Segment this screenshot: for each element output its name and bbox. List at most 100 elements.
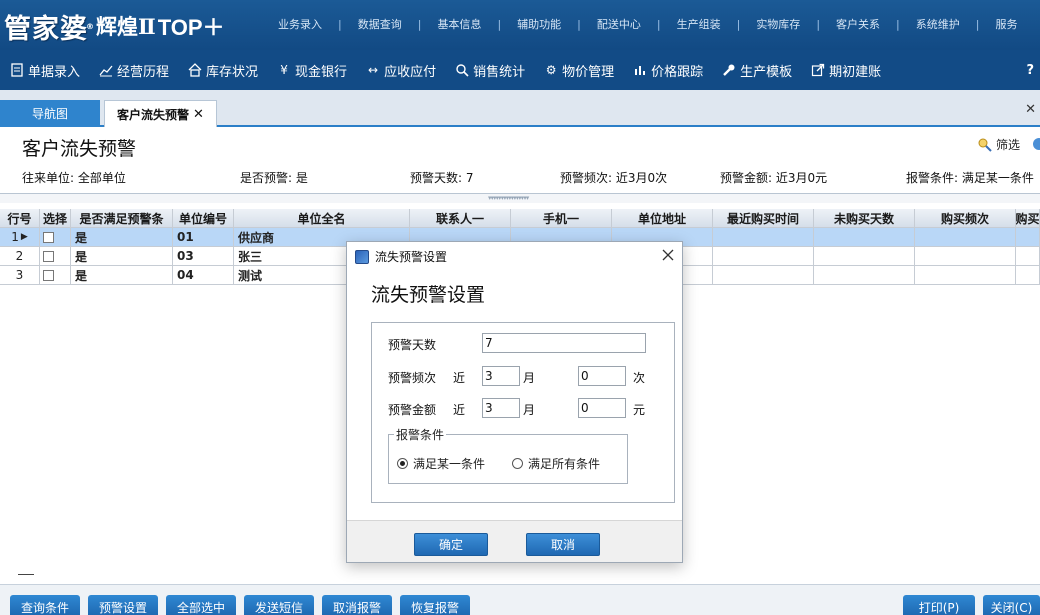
info-alert-frequency: 预警频次: 近3月0次: [560, 171, 668, 185]
close-button[interactable]: 关闭(C): [983, 595, 1040, 615]
radio-selected-icon: [397, 458, 408, 469]
toolbar-document-entry[interactable]: 单据录入: [0, 50, 89, 90]
top-menu-item-physical-stock[interactable]: 实物库存: [740, 16, 816, 32]
freq-near-label: 近: [453, 371, 466, 385]
settings-frame: 预警天数 预警频次 近 月 次 预警金额 近 月 元 报警条件 满足某一条件 满…: [371, 322, 675, 503]
col-header[interactable]: 购买: [1016, 209, 1040, 228]
freq-months-input[interactable]: [482, 366, 520, 386]
info-icon[interactable]: [1033, 138, 1040, 150]
toolbar-stock-status[interactable]: 库存状况: [178, 50, 267, 90]
cancel-button[interactable]: 取消: [526, 533, 600, 556]
toolbar-label: 生产模板: [740, 64, 793, 80]
amount-months-input[interactable]: [482, 398, 520, 418]
row-number: 2: [15, 249, 24, 263]
close-all-tabs-icon[interactable]: ✕: [1025, 102, 1036, 117]
yen-icon: ¥: [280, 63, 288, 77]
info-is-alert: 是否预警: 是: [240, 171, 308, 185]
cell-unit-code: 01: [173, 228, 234, 247]
top-menu-item-service[interactable]: 服务: [979, 16, 1033, 32]
toolbar-sales-statistics[interactable]: 销售统计: [445, 50, 534, 90]
help-button[interactable]: ?: [1026, 63, 1040, 78]
cell-meets-condition: 是: [71, 266, 173, 285]
filter-label: 筛选: [996, 138, 1021, 152]
col-header[interactable]: 选择: [40, 209, 71, 228]
toolbar-opening-accounts[interactable]: 期初建账: [801, 50, 890, 90]
amount-near-label: 近: [453, 403, 466, 417]
send-sms-button[interactable]: 发送短信: [244, 595, 314, 615]
row-checkbox[interactable]: [43, 231, 54, 243]
restore-alert-button[interactable]: 恢复报警: [400, 595, 470, 615]
col-header[interactable]: 未购买天数: [814, 209, 915, 228]
freq-count-input[interactable]: [578, 366, 626, 386]
col-header[interactable]: 手机一: [511, 209, 612, 228]
tab-customer-churn-alert[interactable]: 客户流失预警 ✕: [104, 100, 217, 127]
col-header[interactable]: 单位地址: [612, 209, 713, 228]
confirm-button[interactable]: 确定: [414, 533, 488, 556]
condition-all-radio[interactable]: 满足所有条件: [512, 455, 600, 472]
toolbar-label: 价格跟踪: [651, 64, 704, 80]
alert-days-input[interactable]: [482, 333, 646, 353]
select-all-button[interactable]: 全部选中: [166, 595, 236, 615]
row-checkbox[interactable]: [43, 250, 54, 262]
col-header[interactable]: 行号: [0, 209, 40, 228]
col-header[interactable]: 单位编号: [173, 209, 234, 228]
top-menu-item-data-query[interactable]: 数据查询: [342, 16, 418, 32]
alarm-condition-group-label: 报警条件: [394, 426, 447, 443]
top-menu-item-aux-functions[interactable]: 辅助功能: [501, 16, 577, 32]
freq-month-unit: 月: [523, 371, 536, 385]
top-menu-item-business-entry[interactable]: 业务录入: [262, 16, 338, 32]
app-banner: 管家婆 ® 辉煌Ⅱ TOP＋ 业务录入 | 数据查询 | 基本信息 | 辅助功能 | 配…: [0, 0, 1040, 50]
toolbar-label: 期初建账: [829, 64, 882, 80]
row-checkbox[interactable]: [43, 269, 54, 281]
radio-unselected-icon: [512, 458, 523, 469]
cell-meets-condition: 是: [71, 228, 173, 247]
top-menu-item-production-assembly[interactable]: 生产组装: [661, 16, 737, 32]
col-header[interactable]: 是否满足预警条: [71, 209, 173, 228]
col-header[interactable]: 最近购买时间: [713, 209, 814, 228]
col-header[interactable]: 购买频次: [915, 209, 1016, 228]
close-tab-icon[interactable]: ✕: [193, 107, 204, 122]
grid-header-row: 行号 选择 是否满足预警条 单位编号 单位全名 联系人一 手机一 单位地址 最近…: [0, 209, 1040, 228]
logo-brand: 管家婆: [4, 13, 88, 45]
filter-button[interactable]: 筛选: [977, 136, 1020, 153]
alert-days-label: 预警天数: [388, 338, 437, 352]
condition-any-label: 满足某一条件: [413, 457, 486, 471]
alert-frequency-label: 预警频次: [388, 371, 437, 385]
amount-currency-unit: 元: [633, 403, 646, 417]
app-logo: 管家婆 ® 辉煌Ⅱ TOP＋: [4, 6, 225, 46]
tab-label: 客户流失预警: [117, 107, 190, 122]
toolbar-cash-bank[interactable]: ¥ 现金银行: [267, 50, 356, 90]
toolbar-label: 单据录入: [28, 64, 81, 80]
churn-alert-settings-dialog: 流失预警设置 流失预警设置 预警天数 预警频次 近 月 次 预警金额 近 月 元…: [346, 241, 683, 563]
col-header[interactable]: 联系人一: [410, 209, 511, 228]
query-conditions-button[interactable]: 查询条件: [10, 595, 80, 615]
tab-navigation-map[interactable]: 导航图: [0, 100, 100, 127]
home-icon: [187, 62, 203, 78]
toolbar-business-history[interactable]: 经营历程: [89, 50, 178, 90]
top-menu-item-customer-relations[interactable]: 客户关系: [820, 16, 896, 32]
dialog-titlebar[interactable]: 流失预警设置: [347, 242, 682, 271]
top-menu-item-basic-info[interactable]: 基本信息: [421, 16, 497, 32]
print-button[interactable]: 打印(P): [903, 595, 975, 615]
cancel-alert-button[interactable]: 取消报警: [322, 595, 392, 615]
toolbar-receivable-payable[interactable]: ↔ 应收应付: [356, 50, 445, 90]
toolbar-label: 销售统计: [473, 64, 526, 80]
dialog-close-icon[interactable]: [662, 246, 674, 265]
info-alert-amount: 预警金额: 近3月0元: [720, 171, 828, 185]
row-pointer-icon: ▶: [20, 232, 28, 242]
panel-splitter[interactable]: ▾▾▾▾▾▾▾▾▾▾▾▾▾▾▾▾: [0, 193, 1040, 203]
panel-collapse-handle[interactable]: [18, 574, 34, 575]
condition-any-radio[interactable]: 满足某一条件: [397, 455, 485, 472]
toolbar-price-management[interactable]: ⚙ 物价管理: [534, 50, 623, 90]
toolbar-production-template[interactable]: 生产模板: [712, 50, 801, 90]
tab-strip: 导航图 客户流失预警 ✕ ✕: [0, 90, 1040, 127]
col-header[interactable]: 单位全名: [234, 209, 410, 228]
alert-settings-button[interactable]: 预警设置: [88, 595, 158, 615]
bar-chart-icon: [632, 62, 648, 78]
amount-value-input[interactable]: [578, 398, 626, 418]
top-menu-item-system-maintenance[interactable]: 系统维护: [900, 16, 976, 32]
wrench-icon: [721, 62, 737, 78]
top-menu-item-delivery-center[interactable]: 配送中心: [581, 16, 657, 32]
dialog-window-title: 流失预警设置: [375, 250, 448, 264]
toolbar-price-tracking[interactable]: 价格跟踪: [623, 50, 712, 90]
